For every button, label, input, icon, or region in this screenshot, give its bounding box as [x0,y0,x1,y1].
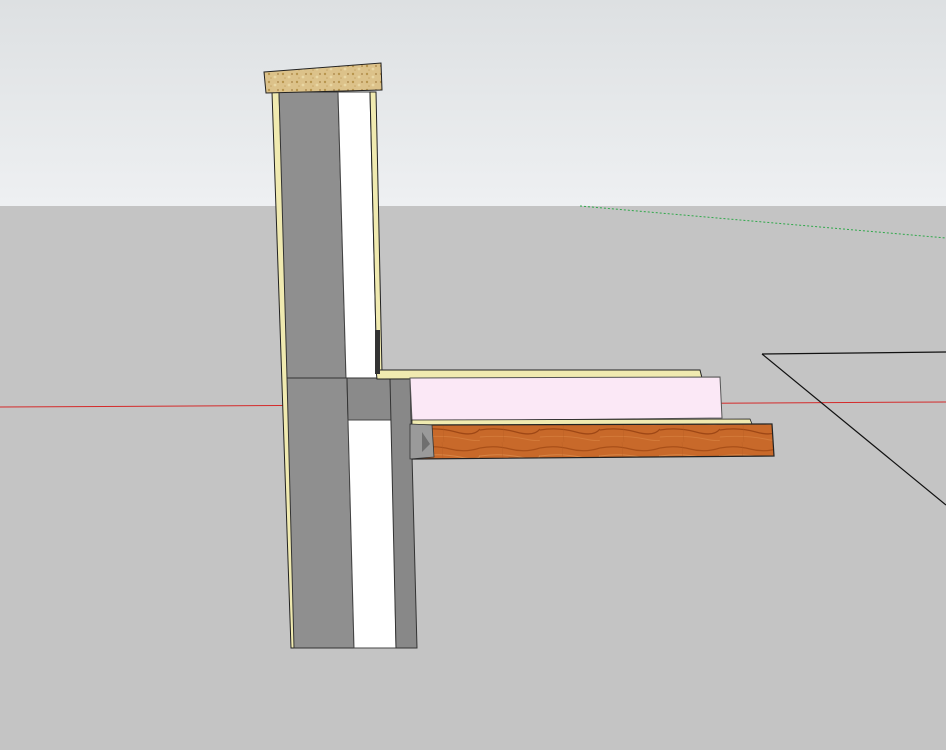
wall-insulation-lower[interactable] [347,419,397,649]
sky-background [0,0,946,206]
wall-floor-junction-shadow [375,330,380,374]
wall-concrete-lower-left[interactable] [286,377,355,649]
3d-model-canvas[interactable] [0,0,946,750]
sketchup-viewport[interactable] [0,0,946,750]
ground-plane [0,206,946,750]
floor-insulation[interactable] [409,376,723,422]
wall-concrete-upper[interactable] [278,91,347,379]
wall-concrete-junction[interactable] [346,377,393,421]
floor-wood-boards[interactable] [411,423,775,460]
